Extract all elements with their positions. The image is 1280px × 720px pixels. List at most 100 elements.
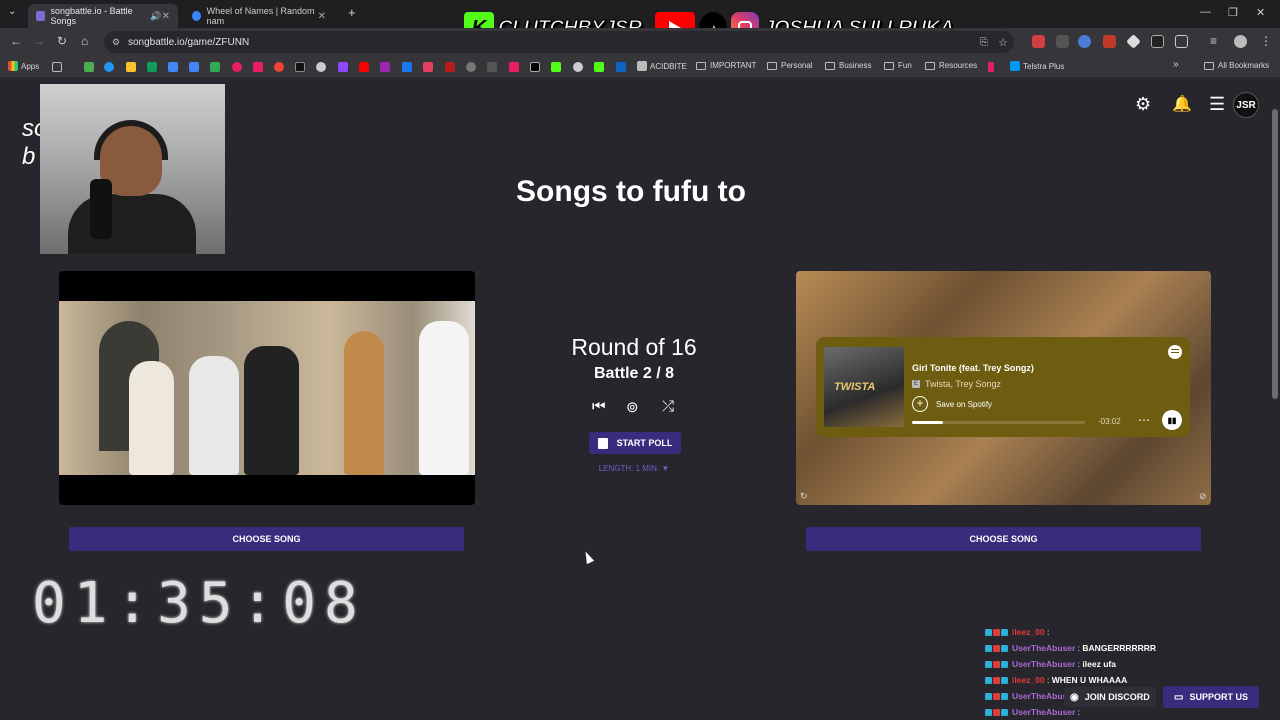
bookmark-folder-resources[interactable]: Resources <box>925 61 977 70</box>
browser-menu-icon[interactable]: ⋮ <box>1260 34 1272 48</box>
bookmark-favicon-icon[interactable] <box>316 62 326 72</box>
shuffle-icon[interactable]: ⤮ <box>662 398 674 415</box>
x-bookmark-icon[interactable] <box>530 62 540 72</box>
settings-gear-icon[interactable]: ⚙ <box>1135 94 1151 115</box>
donate-coin-icon[interactable]: ⊚ <box>626 398 639 416</box>
bookmark-favicon-icon[interactable] <box>594 62 604 72</box>
instagram-bookmark-icon[interactable] <box>423 62 433 72</box>
bookmark-favicon-icon[interactable] <box>104 62 114 72</box>
user-avatar[interactable]: JSR <box>1233 92 1259 118</box>
twitch-bookmark-icon[interactable] <box>338 62 348 72</box>
extensions-puzzle-icon[interactable] <box>1175 35 1188 48</box>
artist-names[interactable]: Twista, Trey Songz <box>925 379 1001 389</box>
join-discord-button[interactable]: ◉ JOIN DISCORD <box>1064 687 1156 707</box>
extension-icon[interactable] <box>1056 35 1069 48</box>
chat-badge-icon <box>985 676 992 684</box>
tab-label: Wheel of Names | Random nam <box>206 6 315 26</box>
more-bookmarks-icon[interactable]: » <box>1173 59 1179 70</box>
support-us-button[interactable]: ▭ SUPPORT US <box>1163 686 1259 708</box>
hide-icon[interactable]: ⊘ <box>1199 491 1207 502</box>
bookmark-star-icon[interactable]: ☆ <box>998 36 1008 49</box>
bookmark-favicon-icon[interactable] <box>126 62 136 72</box>
close-tab-icon[interactable]: ✕ <box>162 11 170 22</box>
notifications-bell-icon[interactable]: 🔔 <box>1172 94 1192 114</box>
grid-icon[interactable] <box>52 62 62 72</box>
bookmark-folder-important[interactable]: IMPORTANT <box>696 61 756 70</box>
close-tab-icon[interactable]: ✕ <box>318 11 326 22</box>
youtube-bookmark-icon[interactable] <box>359 62 369 72</box>
more-options-icon[interactable]: ⋯ <box>1138 413 1150 427</box>
bookmark-favicon-icon[interactable] <box>466 62 476 72</box>
chat-badge-icon <box>1001 644 1008 652</box>
bookmark-favicon-icon[interactable] <box>380 62 390 72</box>
previous-battle-icon[interactable]: ⏮ <box>592 398 606 415</box>
spotify-logo-icon[interactable] <box>1168 345 1182 359</box>
extension-pdf-icon[interactable] <box>1103 35 1116 48</box>
linkedin-bookmark-icon[interactable] <box>616 62 626 72</box>
bookmark-favicon-icon[interactable] <box>147 62 157 72</box>
bookmark-favicon-icon[interactable] <box>573 62 583 72</box>
extension-adblock-icon[interactable] <box>1032 35 1045 48</box>
bookmark-favicon-icon[interactable] <box>232 62 242 72</box>
bookmark-acidbite[interactable]: ACIDBITE <box>637 61 687 71</box>
start-poll-button[interactable]: START POLL <box>589 432 681 454</box>
chat-badges <box>985 628 1008 636</box>
refresh-icon[interactable]: ↻ <box>800 491 808 502</box>
bookmark-folder-personal[interactable]: Personal <box>767 61 813 70</box>
all-bookmarks[interactable]: All Bookmarks <box>1204 61 1269 70</box>
extension-icon[interactable] <box>1078 35 1091 48</box>
url-bar[interactable]: ⚙ songbattle.io/game/ZFUNN ⎘ ☆ <box>104 31 1014 53</box>
tiktok-bookmark-icon[interactable] <box>295 62 305 72</box>
folder-icon <box>925 61 935 70</box>
forward-icon[interactable]: → <box>33 34 45 48</box>
extension-icon[interactable] <box>1126 34 1141 49</box>
pause-button[interactable]: ▮▮ <box>1162 410 1182 430</box>
save-on-spotify-button[interactable]: + Save on Spotify <box>912 396 992 412</box>
bookmark-favicon-icon[interactable] <box>84 62 94 72</box>
left-song-video[interactable] <box>59 271 475 505</box>
choose-left-song-button[interactable]: CHOOSE SONG <box>69 527 464 551</box>
track-title[interactable]: Girl Tonite (feat. Trey Songz) <box>912 363 1034 373</box>
tab-list-icon[interactable]: ⌄ <box>8 6 16 17</box>
facebook-bookmark-icon[interactable] <box>402 62 412 72</box>
bookmark-folder-business[interactable]: Business <box>825 61 871 70</box>
back-icon[interactable]: ← <box>10 34 22 48</box>
poll-length-select[interactable]: LENGTH: 1 MIN. ▼ <box>534 464 734 473</box>
folder-icon <box>696 61 706 70</box>
apps-bookmark[interactable]: Apps <box>8 61 39 71</box>
bookmark-favicon-icon[interactable] <box>253 62 263 72</box>
tab-wheel-of-names[interactable]: Wheel of Names | Random nam ✕ <box>184 4 334 28</box>
playback-progress-bar[interactable] <box>912 421 1085 424</box>
close-window-icon[interactable]: ✕ <box>1256 6 1265 19</box>
menu-hamburger-icon[interactable]: ☰ <box>1209 94 1225 115</box>
site-info-icon[interactable]: ⚙ <box>112 37 120 48</box>
minimize-icon[interactable]: — <box>1200 6 1211 18</box>
kick-bookmark-icon[interactable] <box>551 62 561 72</box>
extension-icon[interactable] <box>1151 35 1164 48</box>
page-scrollbar[interactable] <box>1272 109 1278 399</box>
spotify-player-card[interactable]: TWISTA Girl Tonite (feat. Trey Songz) E … <box>816 337 1190 437</box>
bookmark-favicon-icon[interactable] <box>210 62 220 72</box>
bookmark-favicon-icon[interactable] <box>445 62 455 72</box>
chat-badges <box>985 644 1008 652</box>
install-app-icon[interactable]: ⎘ <box>980 37 988 48</box>
bookmark-favicon-icon[interactable] <box>168 62 178 72</box>
bookmark-favicon-icon[interactable] <box>988 62 994 72</box>
bookmark-favicon-icon[interactable] <box>189 62 199 72</box>
reload-icon[interactable]: ↻ <box>57 34 67 48</box>
audio-icon[interactable]: 🔊 <box>150 11 161 22</box>
chat-badge-icon <box>985 692 992 700</box>
new-tab-icon[interactable]: + <box>348 5 356 20</box>
choose-right-song-button[interactable]: CHOOSE SONG <box>806 527 1201 551</box>
bookmark-favicon-icon[interactable] <box>509 62 519 72</box>
restore-icon[interactable]: ❐ <box>1228 6 1238 19</box>
bookmark-telstra[interactable]: Telstra Plus <box>1010 61 1064 71</box>
profile-icon[interactable] <box>1234 35 1247 48</box>
bookmark-favicon-icon[interactable] <box>487 62 497 72</box>
reading-list-icon[interactable]: ≡ <box>1210 34 1217 48</box>
tab-songbattle[interactable]: songbattle.io - Battle Songs 🔊 ✕ <box>28 4 178 28</box>
bookmark-folder-fun[interactable]: Fun <box>884 61 912 70</box>
folder-icon <box>884 61 894 70</box>
home-icon[interactable]: ⌂ <box>81 34 88 48</box>
bookmark-favicon-icon[interactable] <box>274 62 284 72</box>
